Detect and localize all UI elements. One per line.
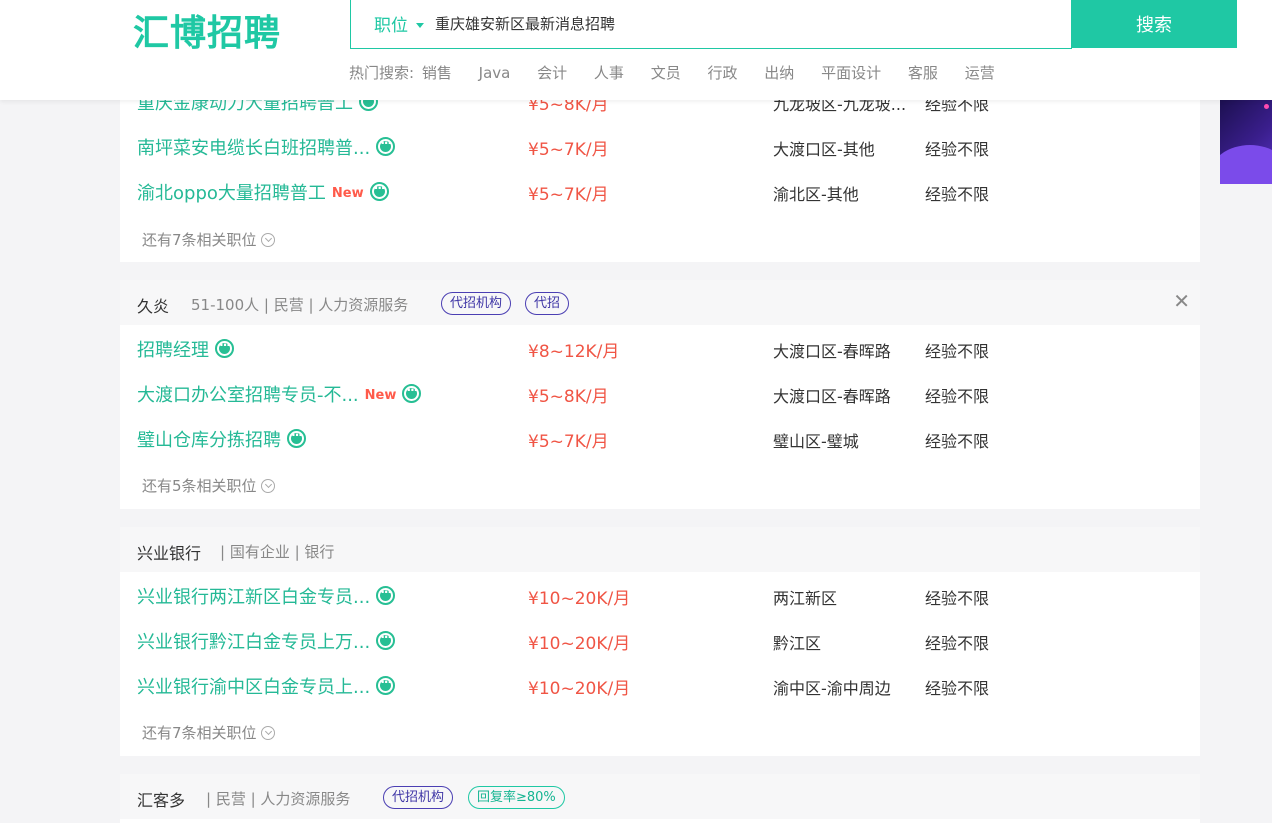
search-category-select[interactable]: 职位 — [374, 11, 424, 36]
company-name[interactable]: 汇客多 — [137, 787, 185, 811]
company-card: 汇客多 | 民营 | 人力资源服务 代招机构 回复率≥80% — [120, 774, 1200, 823]
location: 璧山区-璧城 — [773, 432, 859, 451]
job-row[interactable]: 璧山仓库分拣招聘 ¥5~7K/月 璧山区-璧城 经验不限 — [120, 416, 1200, 461]
experience: 经验不限 — [925, 387, 990, 406]
more-jobs-link[interactable]: 还有7条相关职位 — [142, 722, 275, 743]
location: 两江新区 — [773, 589, 838, 608]
side-ad-banner[interactable] — [1220, 100, 1272, 184]
salary: ¥5~7K/月 — [528, 432, 609, 452]
chat-icon[interactable] — [215, 338, 234, 358]
hot-search-link[interactable]: 客服 — [908, 64, 938, 82]
location: 大渡口区-其他 — [773, 140, 875, 159]
hot-search-label: 热门搜索: — [349, 64, 415, 82]
experience: 经验不限 — [925, 679, 990, 698]
job-row[interactable]: 南坪菜安电缆长白班招聘普... ¥5~7K/月 大渡口区-其他 经验不限 — [120, 124, 1200, 169]
chat-icon[interactable] — [376, 585, 396, 605]
ad-decoration — [1220, 145, 1272, 184]
company-name[interactable]: 久炎 — [137, 293, 169, 317]
company-tag: 代招机构 — [383, 786, 454, 809]
job-row[interactable]: 大渡口办公室招聘专员-不...New ¥5~8K/月 大渡口区-春晖路 经验不限 — [120, 371, 1200, 416]
caret-down-icon — [416, 23, 424, 28]
ad-decoration — [1264, 104, 1269, 109]
job-title-link[interactable]: 大渡口办公室招聘专员-不... New — [137, 381, 422, 407]
new-badge: New — [364, 388, 397, 403]
hot-search-link[interactable]: 人事 — [594, 64, 624, 82]
experience: 经验不限 — [925, 140, 990, 159]
chat-icon[interactable] — [369, 181, 389, 201]
hot-search-link[interactable]: 运营 — [965, 64, 995, 82]
more-jobs-link[interactable]: 还有5条相关职位 — [142, 475, 275, 496]
salary: ¥10~20K/月 — [528, 679, 631, 699]
job-title-link[interactable]: 兴业银行黔江白金专员上万... — [137, 628, 396, 654]
site-header: 汇博招聘 职位 搜索 热门搜索: 销售 Java 会计 人事 文员 行政 出纳 … — [0, 0, 1272, 100]
job-title-link[interactable]: 璧山仓库分拣招聘 — [137, 426, 306, 452]
company-info: | 民营 | 人力资源服务 — [206, 790, 351, 808]
location: 大渡口区-春晖路 — [773, 342, 891, 361]
job-title-link[interactable]: 兴业银行两江新区白金专员... — [137, 583, 396, 609]
location: 大渡口区-春晖路 — [773, 387, 891, 406]
hot-search-bar: 热门搜索: 销售 Java 会计 人事 文员 行政 出纳 平面设计 客服 运营 — [349, 62, 1017, 83]
new-badge: New — [331, 186, 364, 201]
search-button[interactable]: 搜索 — [1071, 0, 1237, 48]
chat-icon[interactable] — [402, 383, 422, 403]
expand-circle-icon — [260, 233, 275, 247]
company-header: 汇客多 | 民营 | 人力资源服务 代招机构 回复率≥80% — [120, 774, 1200, 819]
experience: 经验不限 — [925, 432, 990, 451]
chat-icon[interactable] — [376, 630, 396, 650]
location: 渝北区-其他 — [773, 185, 859, 204]
job-row[interactable]: 招聘经理 ¥8~12K/月 大渡口区-春晖路 经验不限 — [120, 326, 1200, 371]
hot-search-link[interactable]: 会计 — [537, 64, 567, 82]
location: 渝中区-渝中周边 — [773, 679, 891, 698]
salary: ¥5~8K/月 — [528, 387, 609, 407]
hot-search-link[interactable]: 销售 — [422, 64, 452, 82]
company-info: 51-100人 | 民营 | 人力资源服务 — [191, 296, 409, 314]
experience: 经验不限 — [925, 634, 990, 653]
salary: ¥10~20K/月 — [528, 589, 631, 609]
hot-search-link[interactable]: 文员 — [651, 64, 681, 82]
job-title-link[interactable]: 招聘经理 — [137, 336, 234, 362]
job-title-link[interactable]: 渝北oppo大量招聘普工 New — [137, 179, 389, 205]
search-bar: 职位 — [350, 0, 1072, 49]
salary: ¥5~7K/月 — [528, 140, 609, 160]
expand-circle-icon — [260, 479, 275, 493]
more-jobs-link[interactable]: 还有7条相关职位 — [142, 229, 275, 250]
chat-icon[interactable] — [376, 675, 396, 695]
experience: 经验不限 — [925, 185, 990, 204]
company-tag: 回复率≥80% — [468, 786, 565, 809]
salary: ¥10~20K/月 — [528, 634, 631, 654]
hot-search-link[interactable]: 行政 — [708, 64, 738, 82]
hot-search-link[interactable]: Java — [479, 64, 511, 82]
site-logo[interactable]: 汇博招聘 — [133, 4, 281, 56]
job-row[interactable]: 渝北oppo大量招聘普工New ¥5~7K/月 渝北区-其他 经验不限 — [120, 169, 1200, 214]
company-header: 兴业银行 | 国有企业 | 银行 — [120, 527, 1200, 572]
experience: 经验不限 — [925, 589, 990, 608]
hot-search-link[interactable]: 平面设计 — [821, 64, 881, 82]
company-card: 久炎 51-100人 | 民营 | 人力资源服务 代招机构 代招 ✕ 招聘经理 … — [120, 280, 1200, 509]
experience: 经验不限 — [925, 342, 990, 361]
salary: ¥8~12K/月 — [528, 342, 620, 362]
job-row[interactable]: 兴业银行两江新区白金专员... ¥10~20K/月 两江新区 经验不限 — [120, 573, 1200, 618]
company-card: 兴业银行 | 国有企业 | 银行 兴业银行两江新区白金专员... ¥10~20K… — [120, 527, 1200, 756]
company-tag: 代招机构 — [441, 292, 512, 315]
chat-icon[interactable] — [376, 136, 396, 156]
expand-circle-icon — [260, 726, 275, 740]
job-title-link[interactable]: 兴业银行渝中区白金专员上... — [137, 673, 396, 699]
salary: ¥5~7K/月 — [528, 185, 609, 205]
close-icon[interactable]: ✕ — [1173, 291, 1190, 311]
company-info: | 国有企业 | 银行 — [220, 543, 335, 561]
company-header: 久炎 51-100人 | 民营 | 人力资源服务 代招机构 代招 ✕ — [120, 280, 1200, 325]
location: 黔江区 — [773, 634, 822, 653]
company-name[interactable]: 兴业银行 — [137, 540, 201, 564]
search-input[interactable] — [435, 10, 1055, 36]
chat-icon[interactable] — [287, 428, 306, 448]
job-row[interactable]: 兴业银行渝中区白金专员上... ¥10~20K/月 渝中区-渝中周边 经验不限 — [120, 663, 1200, 708]
job-title-link[interactable]: 南坪菜安电缆长白班招聘普... — [137, 134, 396, 160]
hot-search-link[interactable]: 出纳 — [764, 64, 794, 82]
job-row[interactable]: 兴业银行黔江白金专员上万... ¥10~20K/月 黔江区 经验不限 — [120, 618, 1200, 663]
company-tag: 代招 — [525, 292, 570, 315]
